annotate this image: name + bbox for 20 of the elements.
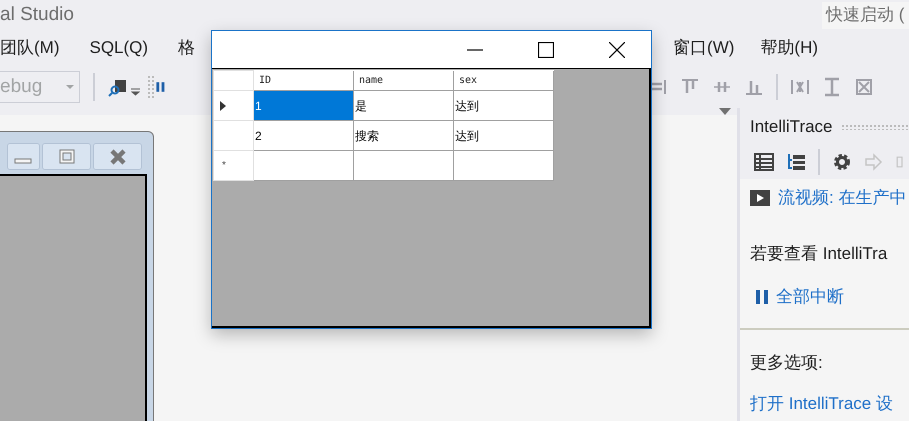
quick-launch-field[interactable]: 快速启动 ( [822, 2, 909, 28]
video-link[interactable]: 流视频: 在生产中 [778, 185, 906, 210]
panel-title: IntelliTrace [750, 116, 833, 138]
table-cell[interactable]: 达到 [454, 90, 554, 120]
table-cell[interactable]: 搜索 [354, 120, 454, 150]
table-cell[interactable]: 1 [254, 90, 354, 120]
window-title: al Studio [0, 2, 74, 27]
table-cell[interactable]: 是 [354, 90, 454, 120]
menu-item[interactable]: 帮助(H) [760, 35, 818, 61]
new-row-marker: * [222, 160, 226, 172]
table-cell[interactable]: 2 [254, 120, 354, 150]
info-text: 若要查看 IntelliTra [750, 242, 888, 264]
menu-item[interactable]: 团队(M) [0, 35, 60, 61]
table-cell[interactable]: 达到 [454, 120, 554, 150]
section-heading: 更多选项: [750, 352, 824, 374]
settings-link[interactable]: 打开 IntelliTrace 设 [750, 391, 909, 416]
menu-item[interactable]: SQL(Q) [89, 35, 148, 61]
menu-item[interactable]: 格 [178, 35, 196, 61]
break-all-link[interactable]: 全部中断 [776, 284, 844, 310]
menu-item[interactable]: 窗口(W) [673, 35, 734, 61]
